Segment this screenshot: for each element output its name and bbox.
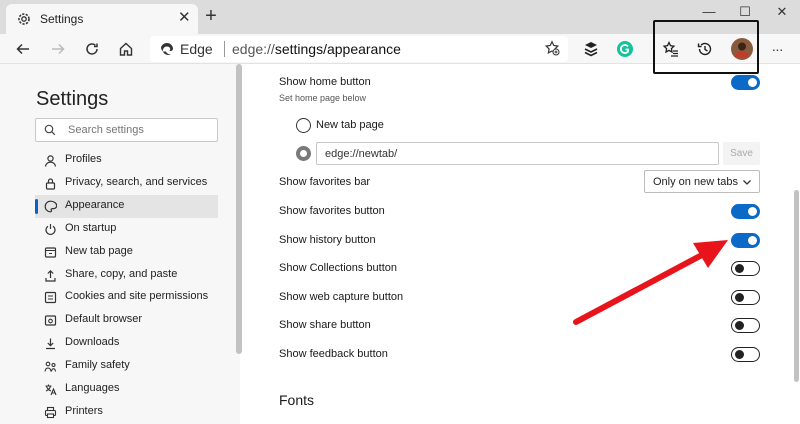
sidebar-item-label: Cookies and site permissions xyxy=(65,290,209,303)
sidebar-item-label: Downloads xyxy=(65,336,120,349)
search-box[interactable] xyxy=(35,118,218,142)
arrow-right-icon xyxy=(52,43,65,55)
show-feedback-button-label: Show feedback button xyxy=(279,348,388,360)
sidebar-item-label: Profiles xyxy=(65,153,102,165)
new-tab-button[interactable]: + xyxy=(200,6,222,28)
sidebar-item-cookies-and-site-permissions[interactable]: Cookies and site permissions xyxy=(35,286,218,309)
sidebar-item-share-copy-and-paste[interactable]: Share, copy, and paste xyxy=(35,264,218,287)
sidebar-scrollbar[interactable] xyxy=(236,64,242,354)
edge-logo-icon xyxy=(161,42,173,55)
sidebar-item-label: Appearance xyxy=(65,198,125,211)
show-favorites-button-label: Show favorites button xyxy=(279,205,385,217)
show-web-capture-button-label: Show web capture button xyxy=(279,291,404,303)
family-icon xyxy=(44,361,57,372)
minimize-button[interactable]: — xyxy=(699,4,719,20)
share-icon xyxy=(45,269,56,282)
sidebar-item-printers[interactable]: Printers xyxy=(35,401,218,424)
home-url-field[interactable] xyxy=(316,142,719,165)
refresh-button[interactable] xyxy=(81,38,103,60)
sidebar-title: Settings xyxy=(36,88,109,110)
refresh-icon xyxy=(86,43,98,55)
show-web-capture-button-toggle[interactable] xyxy=(731,290,760,305)
grammarly-extension-icon[interactable] xyxy=(616,40,634,58)
languages-icon xyxy=(45,384,57,396)
sidebar-item-family-safety[interactable]: Family safety xyxy=(35,355,218,378)
main-scrollbar[interactable] xyxy=(794,190,799,382)
permissions-icon xyxy=(44,292,57,304)
fonts-section-heading: Fonts xyxy=(279,392,315,408)
url-text[interactable]: edge://settings/appearance xyxy=(232,41,401,57)
sidebar-item-label: Default browser xyxy=(65,313,143,326)
sidebar-item-default-browser[interactable]: Default browser xyxy=(35,309,218,332)
forward-button[interactable] xyxy=(47,38,69,60)
active-indicator xyxy=(35,198,38,214)
sidebar-item-languages[interactable]: Languages xyxy=(35,378,218,401)
printer-icon xyxy=(44,406,57,418)
tab-close-button[interactable]: ✕ xyxy=(178,9,191,27)
favorites-bar-setting-label: Show favorites bar xyxy=(279,176,371,188)
sidebar-item-label: On startup xyxy=(65,221,117,234)
show-share-button-label: Show share button xyxy=(279,319,371,331)
download-icon xyxy=(46,338,55,350)
show-collections-button-label: Show Collections button xyxy=(279,262,398,274)
sidebar-item-privacy-search-and-services[interactable]: Privacy, search, and services xyxy=(35,172,218,195)
arrow-left-icon xyxy=(16,43,29,55)
sidebar-item-on-startup[interactable]: On startup xyxy=(35,218,218,241)
profile-icon xyxy=(44,155,57,167)
sidebar-item-label: Privacy, search, and services xyxy=(65,175,208,188)
sidebar-item-label: Languages xyxy=(65,382,120,394)
save-button[interactable]: Save xyxy=(723,142,760,165)
sidebar-item-label: New tab page xyxy=(65,244,133,257)
address-bar[interactable]: Edge edge://settings/appearance xyxy=(150,36,568,62)
show-collections-button-toggle[interactable] xyxy=(731,261,760,276)
sidebar-item-label: Family safety xyxy=(65,359,130,372)
favorites-bar-selected-value: Only on new tabs xyxy=(653,176,738,188)
new-tab-icon xyxy=(44,246,57,258)
add-favorite-icon[interactable] xyxy=(544,40,560,56)
show-history-button-label: Show history button xyxy=(279,234,376,246)
favorites-bar-dropdown[interactable]: Only on new tabs xyxy=(644,170,760,193)
tab-title: Settings xyxy=(40,12,84,26)
search-input[interactable] xyxy=(68,122,208,138)
address-separator xyxy=(224,41,225,57)
power-icon xyxy=(45,223,56,235)
sidebar-item-label: Share, copy, and paste xyxy=(65,267,178,280)
home-icon xyxy=(119,42,133,56)
home-url-input[interactable] xyxy=(325,147,705,161)
home-button-toggle[interactable] xyxy=(731,75,760,90)
home-button-setting-sublabel: Set home page below xyxy=(279,93,367,103)
show-history-button-toggle[interactable] xyxy=(731,233,760,248)
sidebar-item-label: Printers xyxy=(65,404,103,417)
new-tab-page-radio[interactable] xyxy=(296,118,311,133)
lock-icon xyxy=(45,178,56,190)
custom-url-radio[interactable] xyxy=(296,146,311,161)
browser-tab-settings[interactable]: Settings ✕ xyxy=(6,4,198,34)
more-menu-button[interactable]: ··· xyxy=(766,38,788,60)
home-button-setting-label: Show home button xyxy=(279,76,371,88)
back-button[interactable] xyxy=(12,38,34,60)
close-window-button[interactable]: ✕ xyxy=(772,4,792,20)
sidebar-item-appearance[interactable]: Appearance xyxy=(35,194,218,218)
new-tab-page-radio-label: New tab page xyxy=(316,119,384,131)
gear-icon xyxy=(18,13,30,25)
show-share-button-toggle[interactable] xyxy=(731,318,760,333)
maximize-button[interactable]: ☐ xyxy=(735,4,755,20)
show-favorites-button-toggle[interactable] xyxy=(731,204,760,219)
annotation-highlight-box xyxy=(653,20,759,74)
sidebar-item-downloads[interactable]: Downloads xyxy=(35,332,218,355)
sidebar-item-new-tab-page[interactable]: New tab page xyxy=(35,241,218,264)
chevron-down-icon xyxy=(743,180,751,185)
collections-stack-icon[interactable] xyxy=(582,40,600,58)
palette-icon xyxy=(44,200,57,213)
home-button[interactable] xyxy=(115,38,137,60)
show-feedback-button-toggle[interactable] xyxy=(731,347,760,362)
search-icon xyxy=(44,124,56,136)
site-label: Edge xyxy=(180,41,213,57)
sidebar-item-profiles[interactable]: Profiles xyxy=(35,149,218,172)
browser-icon xyxy=(44,315,57,326)
